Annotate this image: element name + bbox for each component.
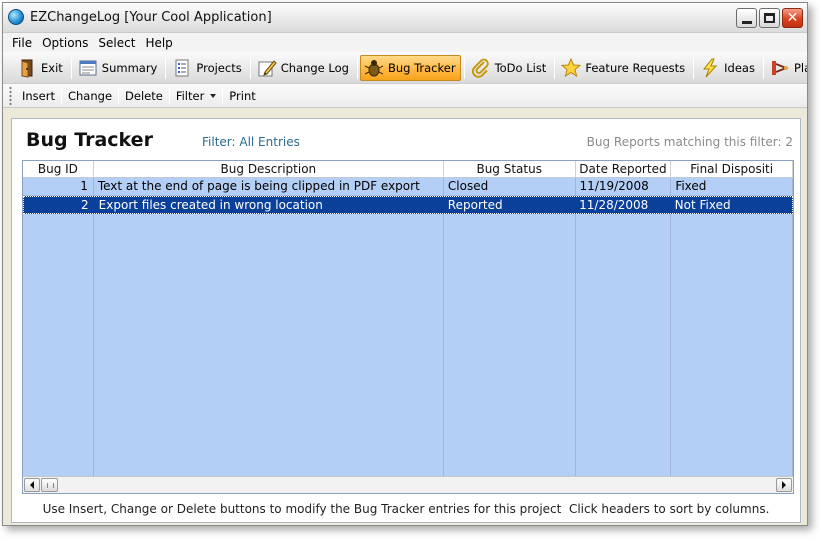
table-row-selected[interactable]: 2 Export files created in wrong location…	[23, 196, 793, 214]
cell-bug-description: Export files created in wrong location	[98, 198, 323, 212]
header-bug-id[interactable]: Bug ID	[23, 161, 94, 178]
scroll-left-button[interactable]	[24, 478, 40, 492]
page-title: Bug Tracker	[26, 129, 153, 151]
feature-requests-label: Feature Requests	[585, 60, 686, 75]
scrollbar-thumb[interactable]	[41, 478, 58, 492]
menu-help[interactable]: Help	[140, 36, 177, 50]
cell-final-disposition: Fixed	[675, 179, 707, 193]
toolbar-separator	[70, 56, 72, 79]
header-bug-status[interactable]: Bug Status	[444, 161, 576, 178]
filter-label: Filter	[175, 88, 205, 103]
bug-tracker-panel: Bug Tracker Filter: All Entries Bug Repo…	[11, 118, 801, 523]
cell-date-reported: 11/28/2008	[579, 198, 649, 212]
chevron-down-icon	[210, 93, 217, 98]
cell-date-reported: 11/19/2008	[579, 179, 649, 193]
toolbar-separator	[693, 56, 695, 79]
planner-button[interactable]: Planner	[766, 55, 807, 81]
toolbar-separator	[554, 56, 556, 79]
arrow-right-icon	[782, 481, 786, 489]
menu-select[interactable]: Select	[93, 36, 140, 50]
bug-table[interactable]: Bug ID Bug Description Bug Status Date R…	[22, 160, 794, 494]
feature-requests-button[interactable]: Feature Requests	[557, 55, 690, 81]
star-icon	[561, 57, 582, 78]
bug-tracker-label: Bug Tracker	[387, 60, 456, 75]
change-log-button[interactable]: Change Log	[253, 55, 354, 81]
bug-tracker-button[interactable]: Bug Tracker	[359, 54, 461, 81]
summary-label: Summary	[101, 60, 158, 75]
close-button[interactable]: ✕	[782, 8, 803, 28]
change-button[interactable]: Change	[62, 89, 118, 103]
filter-dropdown-button[interactable]: Filter	[170, 89, 222, 103]
exit-door-icon	[17, 58, 37, 78]
exit-button[interactable]: Exit	[13, 55, 68, 81]
menu-bar: File Options Select Help	[3, 33, 807, 52]
toolbar-separator	[356, 56, 358, 79]
close-icon: ✕	[786, 10, 799, 26]
menu-file[interactable]: File	[7, 36, 37, 50]
scroll-right-button[interactable]	[776, 478, 792, 492]
header-bug-description[interactable]: Bug Description	[94, 161, 444, 178]
action-toolbar: Insert Change Delete Filter Print	[3, 84, 807, 108]
table-body: 1 Text at the end of page is being clipp…	[23, 178, 793, 478]
app-globe-icon	[8, 9, 24, 25]
window-title: EZChangeLog [Your Cool Application]	[30, 10, 272, 25]
column-lines	[23, 178, 793, 478]
bug-tracker-icon	[364, 58, 384, 78]
match-count: Bug Reports matching this filter: 2	[586, 135, 793, 149]
todo-list-button[interactable]: ToDo List	[467, 55, 552, 81]
insert-button[interactable]: Insert	[16, 89, 61, 103]
ideas-label: Ideas	[724, 60, 755, 75]
print-button[interactable]: Print	[223, 89, 261, 103]
toolbar-separator	[762, 56, 764, 79]
maximize-button[interactable]	[759, 8, 780, 28]
lightning-bolt-icon	[700, 58, 720, 78]
menu-options[interactable]: Options	[37, 36, 93, 50]
summary-button[interactable]: Summary	[74, 55, 163, 81]
header-date-reported[interactable]: Date Reported	[576, 161, 672, 178]
cell-bug-status: Closed	[447, 179, 489, 193]
projects-button[interactable]: Projects	[168, 55, 246, 81]
planner-icon	[770, 58, 790, 78]
cell-final-disposition: Not Fixed	[674, 198, 731, 212]
horizontal-scrollbar[interactable]	[23, 476, 793, 493]
header-final-disposition[interactable]: Final Dispositi	[671, 161, 793, 178]
planner-label: Planner	[793, 60, 807, 75]
maximize-icon	[764, 13, 775, 23]
ideas-button[interactable]: Ideas	[696, 55, 760, 81]
cell-bug-status: Reported	[447, 198, 503, 212]
cell-bug-description: Text at the end of page is being clipped…	[97, 179, 420, 193]
change-log-pencil-icon	[257, 58, 277, 78]
projects-list-icon	[172, 58, 192, 78]
exit-label: Exit	[41, 60, 63, 75]
todo-list-label: ToDo List	[494, 60, 547, 75]
toolbar-separator	[463, 56, 465, 79]
table-header: Bug ID Bug Description Bug Status Date R…	[23, 161, 793, 178]
paperclip-icon	[471, 58, 491, 78]
toolbar-separator	[165, 56, 167, 79]
help-text: Use Insert, Change or Delete buttons to …	[42, 502, 770, 516]
summary-document-icon	[78, 58, 98, 78]
cell-bug-id: 2	[81, 198, 89, 212]
filter-status: Filter: All Entries	[202, 135, 300, 149]
title-bar[interactable]: EZChangeLog [Your Cool Application] ✕	[3, 3, 807, 33]
minimize-button[interactable]	[736, 8, 757, 28]
cell-bug-id: 1	[80, 179, 88, 193]
main-toolbar: Exit Summary Projects Change Log Bug Tra…	[3, 52, 807, 84]
toolbar-grip[interactable]	[9, 85, 12, 106]
table-row[interactable]: 1 Text at the end of page is being clipp…	[23, 178, 793, 196]
app-window: EZChangeLog [Your Cool Application] ✕ Fi…	[2, 2, 808, 526]
arrow-left-icon	[30, 481, 34, 489]
toolbar-separator	[249, 56, 251, 79]
projects-label: Projects	[196, 60, 242, 75]
change-log-label: Change Log	[280, 60, 349, 75]
minimize-icon	[741, 20, 752, 24]
delete-button[interactable]: Delete	[119, 89, 169, 103]
